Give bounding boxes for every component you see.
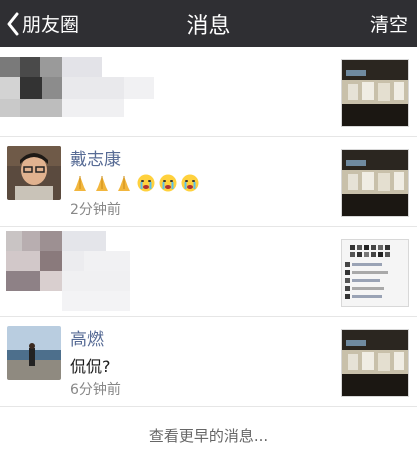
pray-emoji-icon bbox=[70, 173, 90, 193]
chat-screenshot-thumbnail[interactable] bbox=[341, 239, 409, 307]
list-item[interactable]: 戴志康 2分钟前 bbox=[0, 137, 417, 227]
crying-emoji-icon bbox=[180, 173, 200, 193]
back-button[interactable]: 朋友圈 bbox=[6, 0, 79, 47]
list-item[interactable]: 高燃 侃侃? 6分钟前 bbox=[0, 317, 417, 407]
nav-bar: 朋友圈 消息 清空 bbox=[0, 0, 417, 47]
load-earlier-messages-link[interactable]: 查看更早的消息... bbox=[0, 410, 417, 460]
crying-emoji-icon bbox=[158, 173, 178, 193]
clear-button[interactable]: 清空 bbox=[370, 0, 408, 47]
list-item[interactable] bbox=[0, 47, 417, 137]
message-time: 6分钟前 bbox=[70, 382, 121, 398]
list-item[interactable] bbox=[0, 227, 417, 317]
message-content bbox=[70, 173, 200, 193]
avatar[interactable] bbox=[7, 326, 61, 380]
message-time: 2分钟前 bbox=[70, 202, 121, 218]
message-content: 侃侃? bbox=[70, 357, 111, 376]
photo-thumbnail[interactable] bbox=[341, 149, 409, 217]
chevron-left-icon bbox=[6, 12, 20, 36]
crying-emoji-icon bbox=[136, 173, 156, 193]
message-list: 戴志康 2分钟前 高燃 侃侃? 6分钟前 bbox=[0, 47, 417, 407]
back-label: 朋友圈 bbox=[22, 14, 80, 36]
blurred-avatar bbox=[0, 57, 155, 132]
photo-thumbnail[interactable] bbox=[341, 59, 409, 127]
avatar[interactable] bbox=[7, 146, 61, 200]
sender-name[interactable]: 戴志康 bbox=[70, 145, 121, 170]
blurred-avatar bbox=[6, 231, 131, 311]
pray-emoji-icon bbox=[92, 173, 112, 193]
sender-name[interactable]: 高燃 bbox=[70, 325, 104, 350]
pray-emoji-icon bbox=[114, 173, 134, 193]
photo-thumbnail[interactable] bbox=[341, 329, 409, 397]
